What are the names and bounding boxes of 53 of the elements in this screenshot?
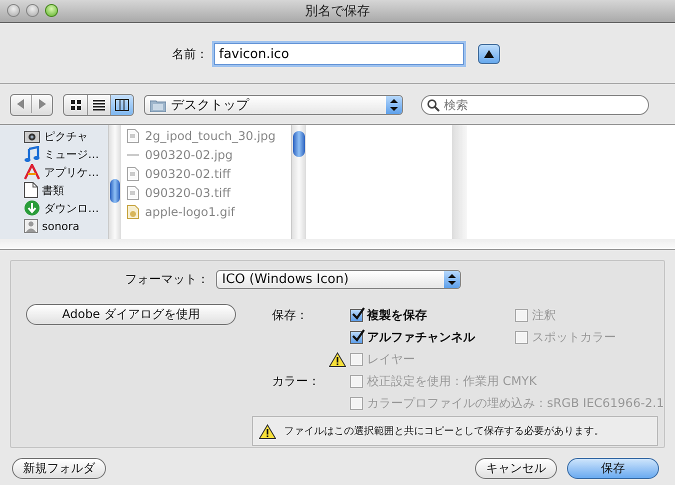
collapse-button[interactable] xyxy=(478,44,500,64)
location-popup[interactable]: デスクトップ xyxy=(144,95,403,115)
stepper-icon xyxy=(386,96,402,114)
stepper-icon xyxy=(444,270,460,288)
zoom-button[interactable] xyxy=(45,4,58,17)
search-icon xyxy=(427,99,440,112)
back-forward-control[interactable] xyxy=(10,94,53,116)
notice-text: ファイルはこの選択範囲と共にコピーとして保存する必要があります。 xyxy=(284,424,604,438)
music-note-icon xyxy=(24,146,40,162)
sidebar-item[interactable]: ミュージ… xyxy=(0,145,108,163)
new-folder-button[interactable]: 新規フォルダ xyxy=(12,458,106,479)
checkbox-option[interactable]: アルファチャンネル xyxy=(350,328,515,346)
download-icon xyxy=(24,200,40,216)
save-button[interactable]: 保存 xyxy=(567,458,659,479)
column-view-button[interactable] xyxy=(110,95,133,115)
name-field[interactable]: favicon.ico xyxy=(214,43,464,65)
checkmark-icon xyxy=(350,328,365,342)
horizontal-scrollbar[interactable] xyxy=(0,239,675,250)
name-label: 名前： xyxy=(172,46,208,62)
sidebar-item[interactable]: アプリケ… xyxy=(0,163,108,181)
format-label: フォーマット： xyxy=(124,270,209,288)
grid-icon xyxy=(70,99,82,111)
triangle-icon xyxy=(484,50,494,58)
image-file-icon xyxy=(127,186,139,200)
image-file-icon xyxy=(127,166,139,180)
format-popup[interactable]: ICO (Windows Icon) xyxy=(216,270,461,288)
warning-icon xyxy=(328,352,346,366)
camera-icon xyxy=(24,129,40,143)
document-icon xyxy=(24,182,38,198)
search-field[interactable]: 検索 xyxy=(421,95,649,115)
sidebar-item[interactable]: 書類 xyxy=(0,181,108,199)
columns-icon xyxy=(115,99,129,111)
image-file-icon xyxy=(127,128,139,142)
sidebar-item[interactable]: ダウンロ… xyxy=(0,199,108,217)
color-label: カラー： xyxy=(270,373,321,390)
minimize-button[interactable] xyxy=(26,4,39,17)
user-icon xyxy=(24,219,38,233)
list-icon xyxy=(93,99,105,111)
cancel-button[interactable]: キャンセル xyxy=(475,458,557,479)
scrollbar[interactable] xyxy=(291,125,306,239)
scrollbar[interactable] xyxy=(108,125,121,239)
sidebar-item[interactable]: ピクチャ xyxy=(0,127,108,145)
save-label: 保存： xyxy=(270,307,309,324)
checkbox-option[interactable]: 複製を保存 xyxy=(350,306,515,324)
window-title: 別名で保存 xyxy=(305,3,370,20)
warning-icon xyxy=(258,424,276,438)
pencil-a-icon xyxy=(24,164,40,180)
gif-file-icon xyxy=(127,204,139,218)
folder-icon xyxy=(150,98,166,112)
checkmark-icon xyxy=(350,306,365,320)
sidebar-item[interactable]: sonora xyxy=(0,217,108,235)
close-button[interactable] xyxy=(7,4,20,17)
adobe-dialog-button[interactable]: Adobe ダイアログを使用 xyxy=(26,304,236,325)
